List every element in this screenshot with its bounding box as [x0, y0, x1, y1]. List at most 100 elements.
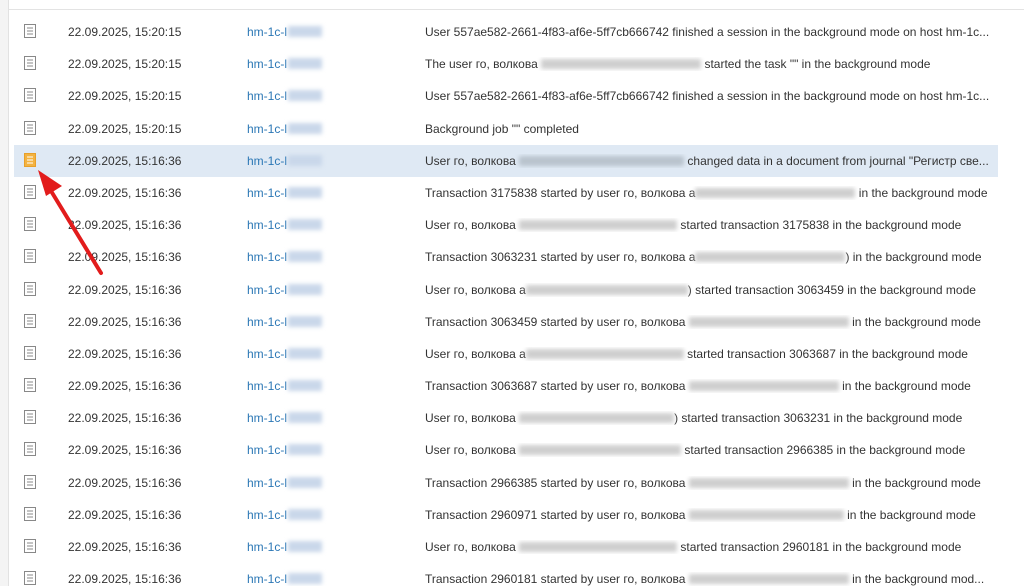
- table-row[interactable]: 22.09.2025, 15:16:36 hm-1c-l User го, волк…: [14, 209, 998, 241]
- redacted-user-name: [525, 284, 688, 295]
- table-row[interactable]: 22.09.2025, 15:20:15 hm-1c-l The user го, …: [14, 48, 998, 80]
- message-text: changed data in a document from journal …: [684, 153, 989, 168]
- event-log-table: 22.09.2025, 15:20:15 hm-1c-l User 557ae582…: [14, 16, 998, 586]
- message-text: started transaction 3063687 in the backg…: [683, 346, 968, 361]
- table-row[interactable]: 22.09.2025, 15:16:36 hm-1c-l Transaction 3…: [14, 306, 998, 338]
- event-message: Background job "" completed: [425, 122, 998, 136]
- host-link[interactable]: hm-1c-l: [247, 218, 323, 233]
- host-link-text: hm-1c-l: [247, 411, 288, 426]
- message-text: Transaction 3063231 started by user го, …: [425, 250, 696, 265]
- redacted-host-suffix: [288, 90, 323, 102]
- document-icon: [24, 281, 36, 296]
- redacted-host-suffix: [288, 508, 323, 520]
- host-link[interactable]: hm-1c-l: [247, 540, 323, 554]
- event-date: 22.09.2025, 15:20:15: [68, 57, 182, 72]
- host-link-text: hm-1c-l: [247, 89, 288, 104]
- host-link-text: hm-1c-l: [247, 540, 288, 554]
- table-row[interactable]: 22.09.2025, 15:16:36 hm-1c-l Transaction 2…: [14, 467, 998, 499]
- redacted-user-name: [688, 477, 849, 488]
- message-text: User го, волкова: [425, 443, 520, 458]
- message-text: started the task "" in the background mo…: [701, 57, 931, 72]
- message-text: User го, волкова: [425, 411, 520, 426]
- redacted-user-name: [519, 542, 678, 552]
- host-link-text: hm-1c-l: [247, 121, 288, 136]
- table-row[interactable]: 22.09.2025, 15:16:36 hm-1c-l Transaction 3…: [14, 370, 998, 402]
- table-row[interactable]: 22.09.2025, 15:16:36 hm-1c-l Transaction 2…: [14, 563, 998, 586]
- event-date: 22.09.2025, 15:16:36: [68, 314, 182, 329]
- table-row[interactable]: 22.09.2025, 15:16:36 hm-1c-l User го, волк…: [14, 402, 998, 434]
- redacted-user-name: [688, 316, 849, 327]
- table-header-edge: [9, 0, 1024, 10]
- document-icon: [24, 474, 36, 489]
- redacted-user-name: [519, 445, 682, 456]
- document-icon: [24, 506, 36, 521]
- message-text: Transaction 2966385 started by user го, …: [425, 475, 689, 490]
- message-text: Transaction 2960971 started by user го, …: [425, 507, 689, 522]
- document-icon: [24, 345, 36, 360]
- message-text: started transaction 2960181 in the backg…: [677, 540, 962, 554]
- host-link[interactable]: hm-1c-l: [247, 25, 323, 39]
- event-message: Transaction 2960971 started by user го, …: [425, 508, 998, 522]
- document-icon: [24, 24, 36, 38]
- event-message: User го, волкова started transaction 296…: [425, 443, 998, 457]
- event-date: 22.09.2025, 15:20:15: [68, 121, 182, 136]
- host-link[interactable]: hm-1c-l: [247, 443, 323, 457]
- host-link-text: hm-1c-l: [247, 218, 288, 233]
- host-link[interactable]: hm-1c-l: [247, 186, 323, 200]
- redacted-host-suffix: [288, 283, 323, 295]
- host-link-text: hm-1c-l: [247, 153, 288, 168]
- table-row[interactable]: 22.09.2025, 15:16:36 hm-1c-l User го, волк…: [14, 338, 998, 370]
- event-message: User го, волкова started transaction 296…: [425, 540, 998, 554]
- message-text: User го, волкова а: [425, 346, 526, 361]
- event-date: 22.09.2025, 15:16:36: [68, 540, 182, 554]
- document-icon: [24, 410, 36, 425]
- message-text: Transaction 2960181 started by user го, …: [425, 572, 689, 586]
- event-message: Transaction 3063459 started by user го, …: [425, 315, 998, 329]
- table-row[interactable]: 22.09.2025, 15:20:15 hm-1c-l User 557ae582…: [14, 16, 998, 48]
- event-message: User го, волкова а started transaction 3…: [425, 347, 998, 361]
- redacted-user-name: [688, 509, 844, 520]
- host-link[interactable]: hm-1c-l: [247, 250, 323, 264]
- host-link[interactable]: hm-1c-l: [247, 315, 323, 329]
- host-link[interactable]: hm-1c-l: [247, 508, 323, 522]
- table-row[interactable]: 22.09.2025, 15:20:15 hm-1c-l Background jo…: [14, 113, 998, 145]
- message-text: Background job "" completed: [425, 121, 579, 136]
- host-link[interactable]: hm-1c-l: [247, 121, 323, 136]
- redacted-user-name: [519, 413, 675, 424]
- table-row[interactable]: 22.09.2025, 15:16:36 hm-1c-l User го, волк…: [14, 434, 998, 466]
- table-row[interactable]: 22.09.2025, 15:16:36 hm-1c-l User го, волк…: [14, 274, 998, 306]
- message-text: ) started transaction 3063459 in the bac…: [687, 282, 976, 297]
- event-date: 22.09.2025, 15:16:36: [68, 572, 182, 586]
- host-link[interactable]: hm-1c-l: [247, 153, 323, 168]
- table-row[interactable]: 22.09.2025, 15:20:15 hm-1c-l User 557ae582…: [14, 80, 998, 112]
- redacted-user-name: [688, 574, 849, 585]
- host-link[interactable]: hm-1c-l: [247, 57, 323, 72]
- message-text: User 557ae582-2661-4f83-af6e-5ff7cb66674…: [425, 25, 990, 39]
- event-message: The user го, волкова started the task ""…: [425, 57, 998, 71]
- redacted-host-suffix: [288, 315, 323, 327]
- host-link[interactable]: hm-1c-l: [247, 346, 323, 361]
- host-link-text: hm-1c-l: [247, 346, 288, 361]
- host-link[interactable]: hm-1c-l: [247, 379, 323, 393]
- event-date: 22.09.2025, 15:16:36: [68, 153, 182, 168]
- host-link-text: hm-1c-l: [247, 475, 288, 490]
- host-link[interactable]: hm-1c-l: [247, 283, 323, 297]
- message-text: The user го, волкова: [425, 57, 542, 72]
- host-link[interactable]: hm-1c-l: [247, 89, 323, 104]
- host-link[interactable]: hm-1c-l: [247, 572, 323, 586]
- event-date: 22.09.2025, 15:16:36: [68, 346, 182, 361]
- table-row[interactable]: 22.09.2025, 15:16:36 hm-1c-l Transaction 2…: [14, 499, 998, 531]
- host-link[interactable]: hm-1c-l: [247, 475, 323, 490]
- table-row[interactable]: 22.09.2025, 15:16:36 hm-1c-l User го, волк…: [14, 531, 998, 563]
- table-row[interactable]: 22.09.2025, 15:16:36 hm-1c-l User го, волк…: [14, 144, 998, 177]
- left-panel-edge: [0, 0, 9, 586]
- host-link-text: hm-1c-l: [247, 57, 288, 72]
- event-message: Transaction 2966385 started by user го, …: [425, 476, 998, 490]
- host-link[interactable]: hm-1c-l: [247, 411, 323, 426]
- document-icon: [24, 56, 36, 71]
- message-text: Transaction 3063687 started by user го, …: [425, 379, 689, 394]
- document-icon: [24, 120, 36, 135]
- table-row[interactable]: 22.09.2025, 15:16:36 hm-1c-l Transaction 3…: [14, 177, 998, 209]
- table-row[interactable]: 22.09.2025, 15:16:36 hm-1c-l Transaction 3…: [14, 241, 998, 273]
- redacted-host-suffix: [288, 476, 323, 488]
